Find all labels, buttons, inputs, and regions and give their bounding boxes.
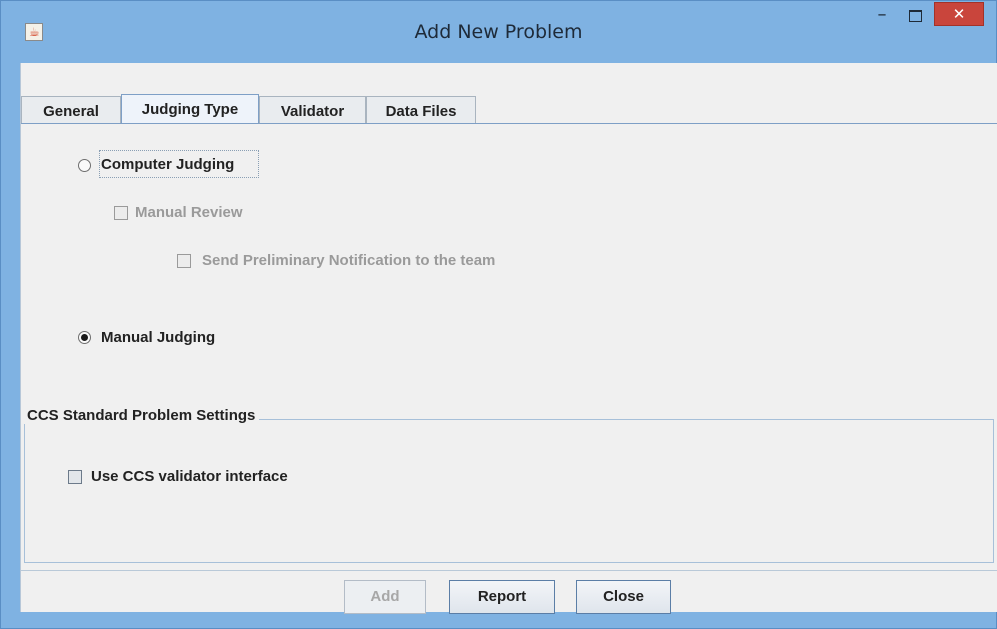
- dialog-content: General Judging Type Validator Data File…: [20, 63, 997, 614]
- ccs-group-title: CCS Standard Problem Settings: [24, 407, 260, 424]
- tab-general[interactable]: General: [21, 96, 121, 124]
- add-new-problem-window: ☕ Add New Problem – ✕ General Judging Ty…: [0, 0, 997, 629]
- ccs-settings-group: CCS Standard Problem Settings Use CCS va…: [24, 407, 994, 563]
- tab-underline: [21, 123, 997, 124]
- report-button-label: Report: [477, 588, 527, 605]
- tab-judging-type[interactable]: Judging Type: [121, 94, 259, 124]
- window-title: Add New Problem: [414, 21, 583, 43]
- send-notification-label: Send Preliminary Notification to the tea…: [202, 252, 496, 269]
- close-window-button[interactable]: ✕: [934, 2, 984, 26]
- computer-judging-label[interactable]: Computer Judging: [101, 156, 234, 173]
- button-bar-separator: [21, 570, 997, 571]
- ccs-validator-label[interactable]: Use CCS validator interface: [91, 468, 288, 485]
- close-button-label: Close: [603, 588, 644, 605]
- computer-judging-radio[interactable]: [78, 159, 91, 172]
- title-bar[interactable]: ☕ Add New Problem – ✕: [1, 1, 996, 65]
- manual-review-label: Manual Review: [135, 204, 243, 221]
- tab-data-files[interactable]: Data Files: [366, 96, 476, 124]
- manual-judging-radio[interactable]: [78, 331, 91, 344]
- radio-selected-dot: [81, 334, 88, 341]
- minimize-button[interactable]: –: [867, 1, 897, 31]
- maximize-button[interactable]: [901, 1, 931, 31]
- ccs-validator-checkbox[interactable]: [68, 470, 82, 484]
- close-button[interactable]: Close: [576, 580, 671, 614]
- report-button[interactable]: Report: [449, 580, 555, 614]
- tab-validator[interactable]: Validator: [259, 96, 366, 124]
- add-button[interactable]: Add: [344, 580, 426, 614]
- maximize-icon: [909, 10, 922, 22]
- add-button-label: Add: [370, 588, 400, 605]
- send-notification-checkbox[interactable]: [177, 254, 191, 268]
- manual-review-checkbox[interactable]: [114, 206, 128, 220]
- manual-judging-label[interactable]: Manual Judging: [101, 329, 215, 346]
